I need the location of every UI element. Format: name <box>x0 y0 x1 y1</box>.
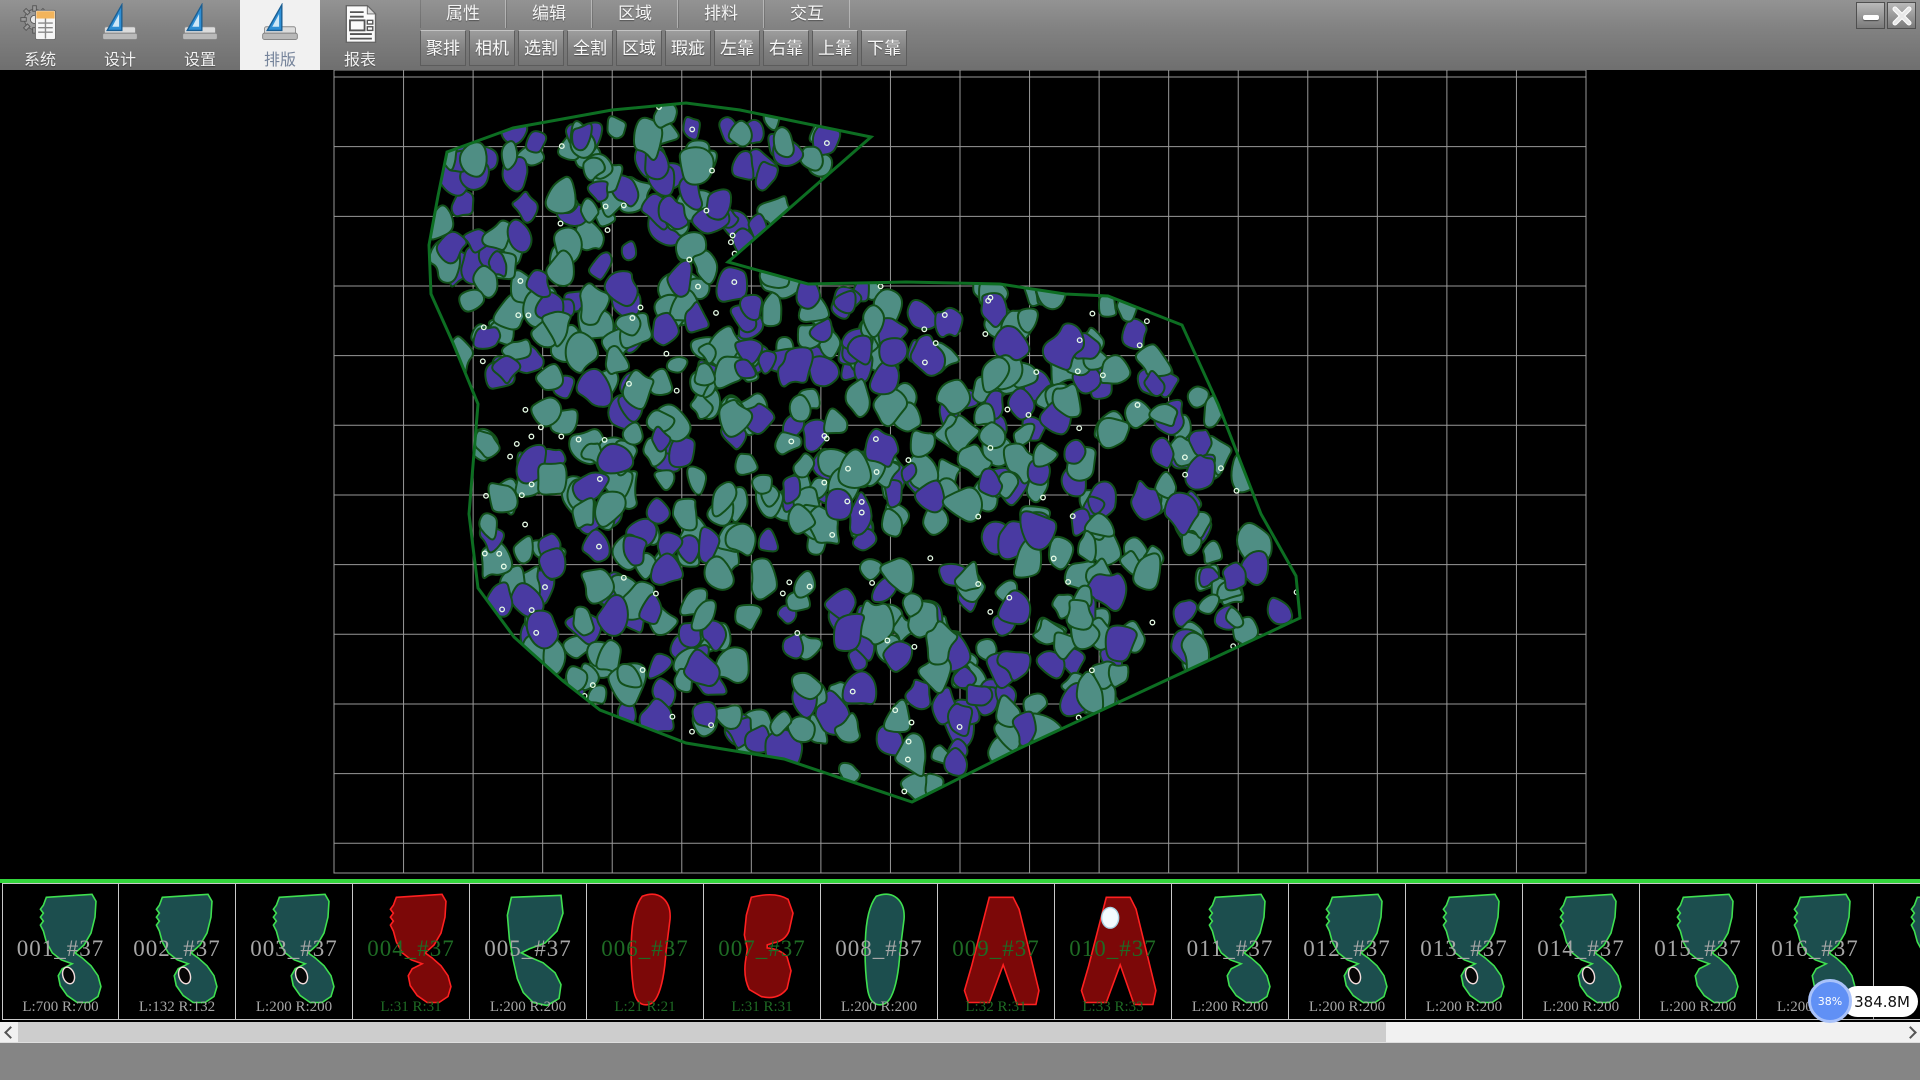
piece-hole <box>1102 907 1119 928</box>
minimize-icon <box>1863 15 1879 20</box>
tool-camera[interactable]: 相机 <box>469 30 515 66</box>
menu-edit[interactable]: 编辑 <box>506 0 592 28</box>
piece-shape <box>710 887 814 1011</box>
piece-shape <box>242 887 346 1011</box>
tool-snap-bottom[interactable]: 下靠 <box>861 30 907 66</box>
tool-cut-all[interactable]: 全割 <box>567 30 613 66</box>
toolbar-app-label: 排版 <box>264 46 296 70</box>
menu-interactive[interactable]: 交互 <box>764 0 850 28</box>
app-mode-buttons: 系统 设计 设置 排版 报表 <box>0 0 400 70</box>
piece-shape <box>944 887 1048 1011</box>
piece-shape <box>1412 887 1516 1011</box>
piece-shape <box>1178 887 1282 1011</box>
piece-thumbnail-005_#37[interactable]: 005_#37 L:200 R:200 <box>470 883 587 1020</box>
toolbar-app-layout[interactable]: 排版 <box>240 0 320 70</box>
nesting-canvas[interactable] <box>0 70 1920 879</box>
tool-region[interactable]: 区域 <box>616 30 662 66</box>
scroll-right-button[interactable] <box>1902 1022 1920 1042</box>
piece-thumbnail-013_#37[interactable]: 013_#37 L:200 R:200 <box>1406 883 1523 1020</box>
scroll-left-button[interactable] <box>0 1022 18 1042</box>
piece-thumbnail-001_#37[interactable]: 001_#37 L:700 R:700 <box>2 883 119 1020</box>
piece-thumbnail-004_#37[interactable]: 004_#37 L:31 R:31 <box>353 883 470 1020</box>
piece-shape <box>476 887 580 1011</box>
toolbar-app-settings[interactable]: 设置 <box>160 0 240 70</box>
thumbnail-strip: 001_#37 L:700 R:700 002_#37 L:132 R:132 … <box>2 883 1920 1022</box>
piece-thumbnail-009_#37[interactable]: 009_#37 L:32 R:31 <box>938 883 1055 1020</box>
piece-thumbnail-006_#37[interactable]: 006_#37 L:21 R:21 <box>587 883 704 1020</box>
main-toolbar: 系统 设计 设置 排版 报表 属性编辑区域排料交互 聚排相机选割全割区域瑕疵左靠… <box>0 0 1920 71</box>
piece-thumbnail-015_#37[interactable]: 015_#37 L:200 R:200 <box>1640 883 1757 1020</box>
ruler-icon <box>259 3 301 45</box>
piece-thumbnail-007_#37[interactable]: 007_#37 L:31 R:31 <box>704 883 821 1020</box>
toolbar-app-label: 系统 <box>24 46 56 70</box>
tool-button-row: 聚排相机选割全割区域瑕疵左靠右靠上靠下靠 <box>420 30 907 67</box>
piece-shape <box>125 887 229 1011</box>
scrollbar-thumb[interactable] <box>18 1022 1386 1042</box>
piece-thumbnail-002_#37[interactable]: 002_#37 L:132 R:132 <box>119 883 236 1020</box>
piece-shape <box>1529 887 1633 1011</box>
tool-snap-right[interactable]: 右靠 <box>763 30 809 66</box>
piece-shape <box>9 887 113 1011</box>
tool-select-cut[interactable]: 选割 <box>518 30 564 66</box>
menu-nesting[interactable]: 排料 <box>678 0 764 28</box>
piece-shape <box>593 887 697 1011</box>
piece-thumbnail-014_#37[interactable]: 014_#37 L:200 R:200 <box>1523 883 1640 1020</box>
memory-percent-label: 38% <box>1818 995 1842 1008</box>
tool-snap-top[interactable]: 上靠 <box>812 30 858 66</box>
toolbar-app-system[interactable]: 系统 <box>0 0 80 70</box>
horizontal-scrollbar[interactable] <box>0 1022 1920 1042</box>
report-icon <box>339 3 381 45</box>
menu-region[interactable]: 区域 <box>592 0 678 28</box>
toolbar-app-label: 设置 <box>184 46 216 70</box>
close-button[interactable] <box>1887 2 1916 29</box>
memory-amount-label: 384.8M <box>1854 993 1910 1011</box>
piece-thumbnail-010_#37[interactable]: 010_#37 L:33 R:33 <box>1055 883 1172 1020</box>
ruler-icon <box>179 3 221 45</box>
tool-cluster-nest[interactable]: 聚排 <box>420 30 466 66</box>
piece-shape <box>359 887 463 1011</box>
chevron-right-icon <box>1904 1026 1917 1039</box>
memory-usage-badge: 38% <box>1808 979 1852 1023</box>
menu-properties[interactable]: 属性 <box>420 0 506 28</box>
toolbar-app-design[interactable]: 设计 <box>80 0 160 70</box>
piece-shape <box>1295 887 1399 1011</box>
piece-thumbnail-003_#37[interactable]: 003_#37 L:200 R:200 <box>236 883 353 1020</box>
piece-shape <box>1061 887 1165 1011</box>
ruler-icon <box>99 3 141 45</box>
gear-icon <box>19 3 61 45</box>
close-icon <box>1891 5 1913 27</box>
tool-snap-left[interactable]: 左靠 <box>714 30 760 66</box>
toolbar-app-label: 报表 <box>344 46 376 70</box>
minimize-button[interactable] <box>1856 2 1885 29</box>
piece-thumbnail-011_#37[interactable]: 011_#37 L:200 R:200 <box>1172 883 1289 1020</box>
piece-thumbnail-008_#37[interactable]: 008_#37 L:200 R:200 <box>821 883 938 1020</box>
toolbar-app-label: 设计 <box>104 46 136 70</box>
memory-amount-pill: 384.8M <box>1842 986 1918 1017</box>
piece-shape <box>827 887 931 1011</box>
piece-thumbnail-012_#37[interactable]: 012_#37 L:200 R:200 <box>1289 883 1406 1020</box>
menu-bar: 属性编辑区域排料交互 <box>420 0 850 28</box>
chevron-left-icon <box>4 1026 17 1039</box>
tool-defect[interactable]: 瑕疵 <box>665 30 711 66</box>
status-bar <box>0 1042 1920 1080</box>
window-controls <box>1856 2 1916 29</box>
app-window: 系统 设计 设置 排版 报表 属性编辑区域排料交互 聚排相机选割全割区域瑕疵左靠… <box>0 0 1920 1080</box>
toolbar-app-report[interactable]: 报表 <box>320 0 400 70</box>
piece-shape <box>1646 887 1750 1011</box>
